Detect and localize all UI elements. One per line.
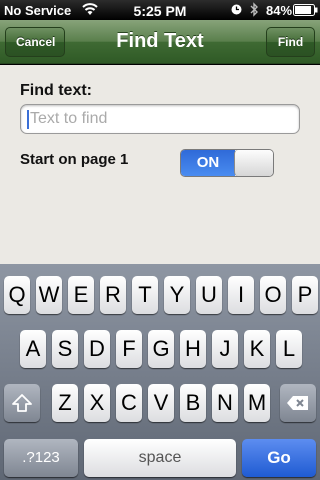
keyboard: Q W E R T Y U I O P A S D F G H J K L Z … xyxy=(0,264,320,480)
numbers-key[interactable]: .?123 xyxy=(4,439,78,477)
start-on-page-label: Start on page 1 xyxy=(20,151,129,168)
clock-icon xyxy=(231,4,242,15)
key[interactable]: M xyxy=(244,384,270,422)
start-on-page-toggle[interactable]: ON xyxy=(180,149,274,177)
key[interactable]: F xyxy=(116,330,142,368)
find-form: Find text: Start on page 1 ON xyxy=(0,65,320,264)
key[interactable]: P xyxy=(292,276,318,314)
delete-key[interactable] xyxy=(280,384,316,422)
shift-icon xyxy=(12,394,32,412)
key[interactable]: W xyxy=(36,276,62,314)
key[interactable]: Q xyxy=(4,276,30,314)
navigation-bar: Cancel Find Text Find xyxy=(0,20,320,64)
text-cursor xyxy=(27,110,29,129)
key[interactable]: L xyxy=(276,330,302,368)
key[interactable]: X xyxy=(84,384,110,422)
find-text-input[interactable] xyxy=(20,104,300,134)
key[interactable]: T xyxy=(132,276,158,314)
find-text-label: Find text: xyxy=(20,82,92,99)
key[interactable]: E xyxy=(68,276,94,314)
key[interactable]: H xyxy=(180,330,206,368)
key[interactable]: D xyxy=(84,330,110,368)
find-button[interactable]: Find xyxy=(266,27,315,57)
key[interactable]: Z xyxy=(52,384,78,422)
bluetooth-icon xyxy=(250,2,258,17)
key[interactable]: K xyxy=(244,330,270,368)
toggle-knob[interactable] xyxy=(234,150,273,176)
key[interactable]: Y xyxy=(164,276,190,314)
key[interactable]: V xyxy=(148,384,174,422)
key[interactable]: S xyxy=(52,330,78,368)
go-key[interactable]: Go xyxy=(242,439,316,477)
battery-percentage: 84% xyxy=(266,3,293,18)
key[interactable]: B xyxy=(180,384,206,422)
key[interactable]: I xyxy=(228,276,254,314)
key[interactable]: R xyxy=(100,276,126,314)
delete-icon xyxy=(287,396,308,410)
status-bar: No Service 5:25 PM 84% xyxy=(0,0,320,20)
key[interactable]: A xyxy=(20,330,46,368)
key[interactable]: U xyxy=(196,276,222,314)
key[interactable]: O xyxy=(260,276,286,314)
key[interactable]: C xyxy=(116,384,142,422)
key[interactable]: G xyxy=(148,330,174,368)
key[interactable]: N xyxy=(212,384,238,422)
battery-icon xyxy=(293,4,318,16)
key[interactable]: J xyxy=(212,330,238,368)
shift-key[interactable] xyxy=(4,384,40,422)
space-key[interactable]: space xyxy=(84,439,236,477)
toggle-on-label: ON xyxy=(181,150,235,176)
